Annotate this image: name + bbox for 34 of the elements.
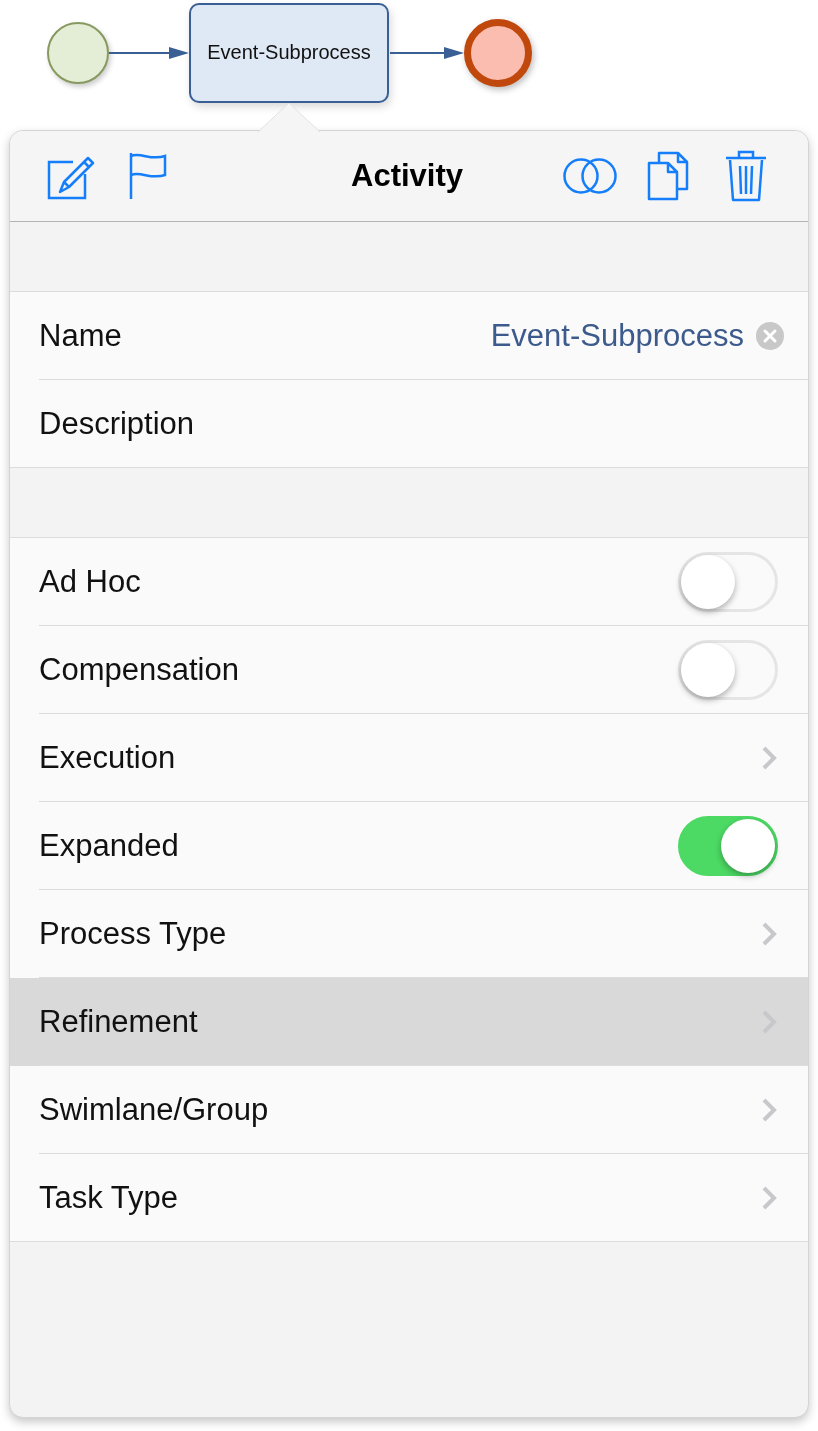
trash-icon[interactable]: [725, 149, 767, 203]
row-label: Compensation: [39, 651, 240, 688]
list-row[interactable]: Name Event-Subprocess: [10, 292, 808, 380]
list-row[interactable]: Process Type: [10, 890, 808, 978]
row-label: Description: [39, 405, 196, 442]
list-row[interactable]: Execution: [10, 714, 808, 802]
row-label: Expanded: [39, 827, 180, 864]
overlapping-circles-icon[interactable]: [563, 157, 617, 195]
toggle-switch[interactable]: [678, 815, 778, 876]
copy-icon[interactable]: [647, 151, 689, 201]
row-label: Execution: [39, 739, 177, 776]
list-row[interactable]: Swimlane/Group: [10, 1066, 808, 1154]
list-row[interactable]: Expanded: [10, 802, 808, 890]
row-label: Process Type: [39, 915, 228, 952]
chevron-icon: [762, 1097, 777, 1122]
row-label: Ad Hoc: [39, 563, 142, 600]
end-event-node: [464, 19, 532, 87]
list-row[interactable]: Refinement: [10, 978, 808, 1066]
list-row[interactable]: Compensation: [10, 626, 808, 714]
row-label: Refinement: [39, 1003, 199, 1040]
row-label: Task Type: [39, 1179, 179, 1216]
list-row[interactable]: Description: [10, 380, 808, 467]
list-row[interactable]: Task Type: [10, 1154, 808, 1241]
value-field[interactable]: Event-Subprocess: [490, 317, 744, 354]
list-row[interactable]: Ad Hoc: [10, 538, 808, 626]
start-event-node: [47, 22, 109, 84]
task-node: Event-Subprocess: [189, 3, 389, 103]
chevron-icon: [762, 921, 777, 946]
row-label: Name: [39, 317, 123, 354]
chevron-icon: [762, 1185, 777, 1210]
popover-title: Activity: [351, 158, 463, 194]
row-label: Swimlane/Group: [39, 1091, 270, 1128]
flag-icon[interactable]: [129, 152, 167, 200]
chevron-icon: [762, 745, 777, 770]
